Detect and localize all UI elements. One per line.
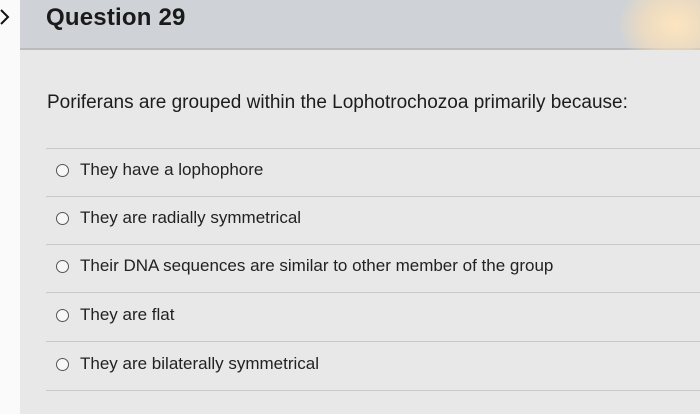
answer-label[interactable]: They are radially symmetrical xyxy=(80,208,301,228)
answer-option-4[interactable]: They are flat xyxy=(46,294,700,342)
answer-option-1[interactable]: They have a lophophore xyxy=(46,149,700,197)
answer-label[interactable]: They have a lophophore xyxy=(80,160,263,180)
answer-option-5[interactable]: They are bilaterally symmetrical xyxy=(46,343,700,391)
chevron-right-icon[interactable] xyxy=(0,9,12,25)
answer-label[interactable]: They are bilaterally symmetrical xyxy=(80,354,319,374)
answer-option-3[interactable]: Their DNA sequences are similar to other… xyxy=(46,245,700,293)
answer-label[interactable]: Their DNA sequences are similar to other… xyxy=(80,256,553,276)
left-edge-panel xyxy=(0,0,20,414)
question-prompt: Poriferans are grouped within the Lophot… xyxy=(47,92,628,113)
question-header: Question 29 xyxy=(20,0,700,70)
question-body: Poriferans are grouped within the Lophot… xyxy=(20,50,700,414)
radio-button[interactable] xyxy=(56,164,69,177)
radio-button[interactable] xyxy=(56,212,69,225)
chevron-right-icon-svg xyxy=(0,9,10,25)
question-title: Question 29 xyxy=(46,4,186,31)
quiz-question-screen: Question 29 Poriferans are grouped withi… xyxy=(0,0,700,414)
answer-label[interactable]: They are flat xyxy=(80,305,175,325)
radio-button[interactable] xyxy=(56,260,69,273)
radio-button[interactable] xyxy=(56,309,69,322)
radio-button[interactable] xyxy=(56,358,69,371)
answer-option-2[interactable]: They are radially symmetrical xyxy=(46,197,700,245)
